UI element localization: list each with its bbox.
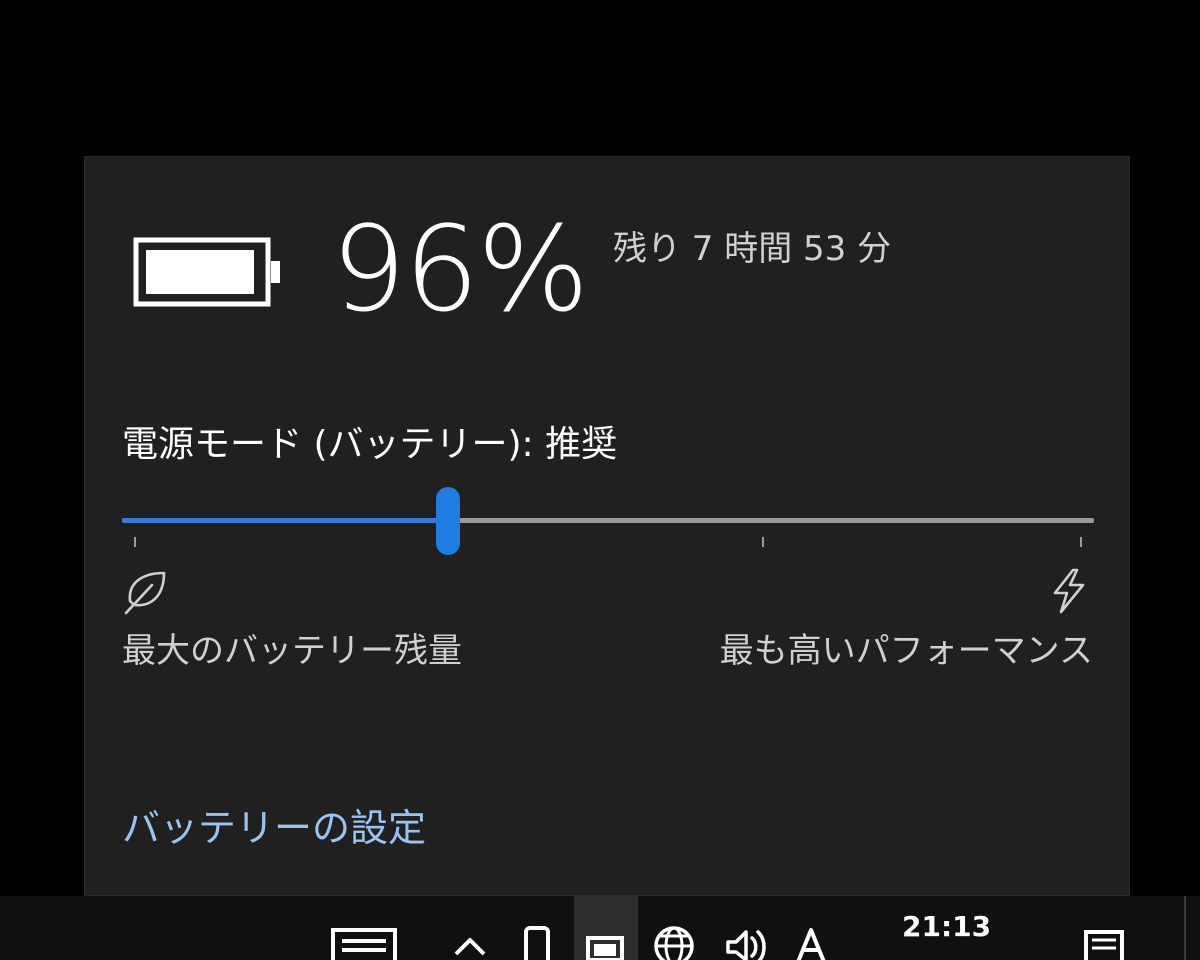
slider-tick: [762, 537, 764, 547]
taskbar-clock[interactable]: 21:13: [902, 910, 991, 943]
speaker-icon[interactable]: [724, 922, 770, 960]
best-performance-label: 最も高いパフォーマンス: [719, 631, 1093, 671]
time-remaining: 残り 7 時間 53 分: [613, 229, 892, 269]
battery-settings-link[interactable]: バッテリーの設定: [122, 797, 426, 852]
battery-percentage: 96%: [331, 200, 589, 338]
power-mode-label: 電源モード (バッテリー): 推奨: [122, 424, 618, 465]
show-desktop-divider[interactable]: [1184, 896, 1186, 960]
slider-fill: [122, 518, 448, 523]
slider-thumb[interactable]: [436, 487, 460, 555]
leaf-icon: [124, 571, 166, 615]
keyboard-icon[interactable]: [330, 922, 400, 960]
globe-icon[interactable]: [652, 922, 696, 960]
slider-tick: [134, 537, 136, 547]
battery-icon: [133, 237, 280, 307]
best-battery-label: 最大のバッテリー残量: [122, 631, 462, 671]
chevron-up-icon[interactable]: [450, 922, 490, 960]
battery-icon[interactable]: [584, 922, 628, 960]
battery-flyout: 96% 残り 7 時間 53 分 電源モード (バッテリー): 推奨 最大のバッ…: [84, 156, 1130, 896]
slider-tick: [1080, 537, 1082, 547]
taskbar: 21:13: [0, 896, 1200, 960]
desktop-screen: 96% 残り 7 時間 53 分 電源モード (バッテリー): 推奨 最大のバッ…: [0, 0, 1200, 960]
lightning-bolt-icon: [1053, 568, 1085, 614]
phone-icon[interactable]: [520, 922, 554, 960]
ime-icon[interactable]: [794, 922, 828, 960]
power-mode-slider[interactable]: [122, 487, 1094, 557]
notification-icon[interactable]: [1082, 922, 1132, 960]
